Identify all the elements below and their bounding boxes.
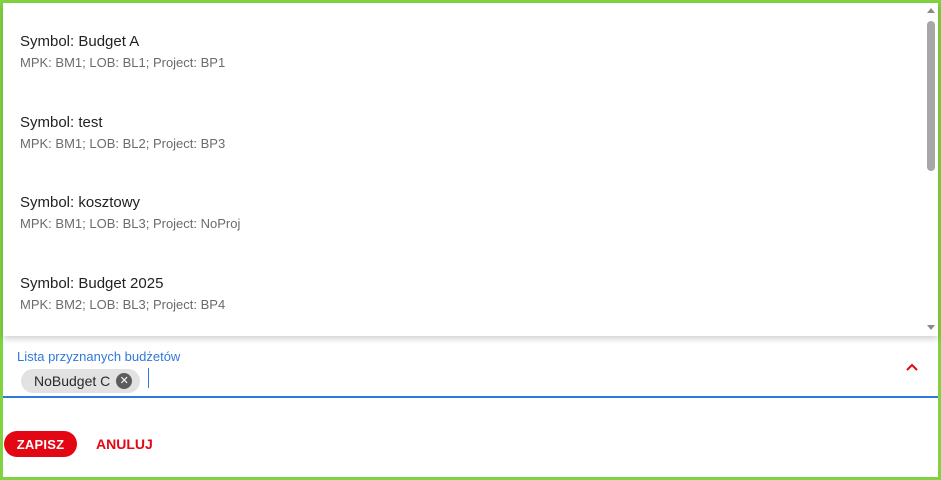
scrollbar-thumb[interactable] bbox=[927, 21, 935, 171]
close-circle-icon[interactable]: ✕ bbox=[116, 373, 133, 389]
option-details: MPK: BM1; LOB: BL1; Project: BP1 bbox=[20, 55, 226, 70]
assigned-budgets-field[interactable]: Lista przyznanych budżetów NoBudget C ✕ bbox=[3, 340, 938, 398]
option-details: MPK: BM2; LOB: BL3; Project: BP4 bbox=[20, 297, 226, 312]
budget-option[interactable]: Symbol: Budget 2025 MPK: BM2; LOB: BL3; … bbox=[3, 245, 918, 326]
option-title: Symbol: test bbox=[20, 114, 103, 131]
cancel-button[interactable]: ANULUJ bbox=[90, 431, 159, 457]
save-button[interactable]: ZAPISZ bbox=[4, 431, 77, 457]
dropdown-scrollbar[interactable] bbox=[924, 3, 938, 336]
budget-option[interactable]: Symbol: kosztowy MPK: BM1; LOB: BL3; Pro… bbox=[3, 164, 918, 245]
option-title: Symbol: Budget 2025 bbox=[20, 275, 164, 292]
budget-options-dropdown: Symbol: Budget A MPK: BM1; LOB: BL1; Pro… bbox=[3, 3, 938, 336]
scroll-up-arrow-icon[interactable] bbox=[927, 8, 935, 13]
text-cursor bbox=[148, 368, 149, 388]
option-details: MPK: BM1; LOB: BL2; Project: BP3 bbox=[20, 136, 226, 151]
scroll-down-arrow-icon[interactable] bbox=[927, 325, 935, 330]
option-details: MPK: BM1; LOB: BL3; Project: NoProj bbox=[20, 216, 241, 231]
option-title: Symbol: kosztowy bbox=[20, 194, 141, 211]
chip-label: NoBudget C bbox=[34, 373, 111, 389]
budget-option[interactable]: Symbol: test MPK: BM1; LOB: BL2; Project… bbox=[3, 84, 918, 165]
chevron-up-icon[interactable] bbox=[905, 362, 919, 372]
field-label: Lista przyznanych budżetów bbox=[17, 349, 181, 364]
option-title: Symbol: Budget A bbox=[20, 33, 140, 50]
selected-budget-chip: NoBudget C ✕ bbox=[21, 369, 141, 393]
budget-option[interactable]: Symbol: Budget A MPK: BM1; LOB: BL1; Pro… bbox=[3, 3, 918, 84]
